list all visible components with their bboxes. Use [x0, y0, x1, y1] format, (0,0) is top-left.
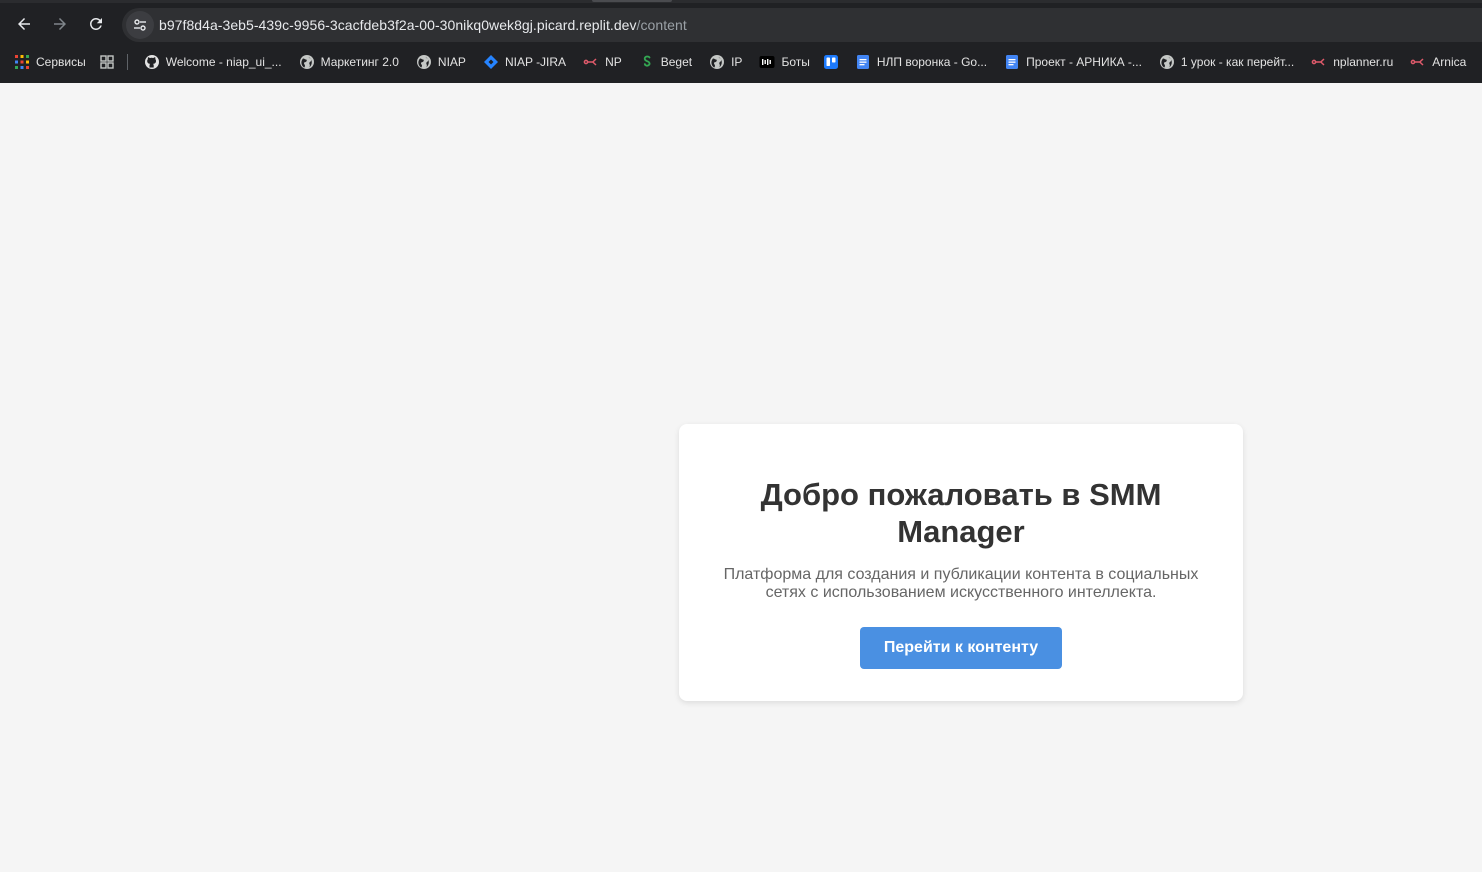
bookmark-github[interactable]: Welcome - niap_ui_...	[134, 49, 289, 75]
link-icon	[583, 54, 599, 70]
bookmark-label: Beget	[660, 55, 693, 69]
active-tab-indicator	[592, 0, 672, 2]
bookmark-label: Welcome - niap_ui_...	[165, 55, 282, 69]
reload-button[interactable]	[80, 8, 112, 40]
docs-icon	[1004, 54, 1020, 70]
bookmark-bots[interactable]: Боты	[749, 49, 816, 75]
tune-icon	[134, 19, 146, 31]
bookmark-label: NIAP	[437, 55, 466, 69]
github-icon	[144, 54, 160, 70]
bookmark-label: Сервисы	[36, 55, 86, 69]
page-viewport: Добро пожаловать в SMM Manager Платформа…	[2, 83, 1482, 872]
bookmarks-bar: Сервисы Welcome - niap_ui_... Маркетинг …	[0, 49, 1482, 75]
bookmark-np[interactable]: NP	[573, 49, 629, 75]
bookmark-nlp-funnel[interactable]: НЛП воронка - Go...	[845, 49, 994, 75]
go-to-content-button[interactable]: Перейти к контенту	[860, 627, 1062, 669]
jira-icon	[483, 54, 499, 70]
bookmark-label: IP	[731, 55, 743, 69]
docs-icon	[855, 54, 871, 70]
bookmark-label: Маркетинг 2.0	[320, 55, 399, 69]
bookmark-label: Боты	[781, 55, 810, 69]
bookmark-tab-groups[interactable]	[93, 49, 121, 75]
bookmark-arnica-project[interactable]: Проект - АРНИКА -...	[994, 49, 1149, 75]
beget-icon	[639, 54, 655, 70]
address-bar[interactable]: b97f8d4a-3eb5-439c-9956-3cacfdeb3f2a-00-…	[122, 8, 1482, 42]
bookmark-lesson-1[interactable]: 1 урок - как перейт...	[1149, 49, 1301, 75]
bookmark-label: 1 урок - как перейт...	[1180, 55, 1295, 69]
bookmark-beget[interactable]: Beget	[629, 49, 699, 75]
back-button[interactable]	[8, 8, 40, 40]
arrow-right-icon	[54, 18, 66, 30]
browser-chrome: b97f8d4a-3eb5-439c-9956-3cacfdeb3f2a-00-…	[0, 0, 1482, 83]
bookmark-trello[interactable]	[817, 49, 845, 75]
apps-grid-icon	[14, 54, 30, 70]
bookmark-label: Arnica	[1432, 55, 1467, 69]
bookmarks-separator	[126, 54, 128, 70]
link-icon	[1311, 54, 1327, 70]
trello-icon	[823, 54, 839, 70]
site-info-button[interactable]	[126, 11, 154, 39]
tab-groups-icon	[99, 54, 115, 70]
url-text[interactable]: b97f8d4a-3eb5-439c-9956-3cacfdeb3f2a-00-…	[159, 17, 687, 33]
reload-icon	[89, 17, 102, 30]
globe-icon	[416, 54, 432, 70]
forward-button[interactable]	[44, 8, 76, 40]
bookmark-marketing[interactable]: Маркетинг 2.0	[289, 49, 406, 75]
bookmark-label: NP	[605, 55, 622, 69]
bookmark-niap-jira[interactable]: NIAP -JIRA	[473, 49, 573, 75]
bookmark-nplanner[interactable]: nplanner.ru	[1301, 49, 1400, 75]
arrow-left-icon	[18, 18, 30, 30]
globe-icon	[709, 54, 725, 70]
bots-icon	[759, 54, 775, 70]
bookmark-label: НЛП воронка - Go...	[876, 55, 988, 69]
bookmark-label: nplanner.ru	[1333, 55, 1394, 69]
browser-toolbar: b97f8d4a-3eb5-439c-9956-3cacfdeb3f2a-00-…	[0, 6, 1482, 44]
bookmark-niap[interactable]: NIAP	[406, 49, 473, 75]
page-description: Платформа для создания и публикации конт…	[723, 566, 1199, 601]
tab-strip	[0, 0, 1482, 3]
bookmark-label: NIAP -JIRA	[504, 55, 567, 69]
url-host: b97f8d4a-3eb5-439c-9956-3cacfdeb3f2a-00-…	[159, 17, 637, 33]
welcome-card: Добро пожаловать в SMM Manager Платформа…	[679, 424, 1243, 701]
url-path: /content	[636, 17, 687, 33]
link-icon	[1410, 54, 1426, 70]
globe-icon	[1159, 54, 1175, 70]
bookmark-arnica[interactable]: Arnica	[1400, 49, 1473, 75]
bookmark-ip[interactable]: IP	[699, 49, 749, 75]
page-title: Добро пожаловать в SMM Manager	[760, 477, 1162, 549]
bookmark-services[interactable]: Сервисы	[0, 49, 93, 75]
globe-icon	[299, 54, 315, 70]
bookmark-label: Проект - АРНИКА -...	[1026, 55, 1142, 69]
